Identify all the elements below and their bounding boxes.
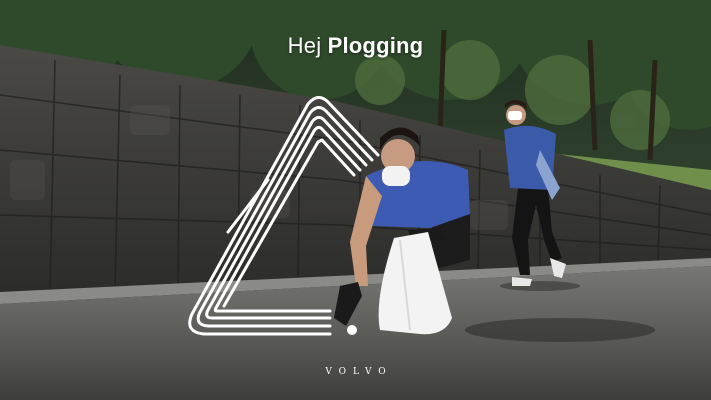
volvo-wordmark: VOLVO <box>325 367 393 377</box>
headline: Hej Plogging <box>0 33 711 59</box>
plogging-photo <box>0 0 711 400</box>
headline-emphasis: Plogging <box>327 33 424 58</box>
headline-greeting: Hej <box>287 33 322 58</box>
ad-banner: Hej Plogging VOLVO <box>0 0 711 400</box>
